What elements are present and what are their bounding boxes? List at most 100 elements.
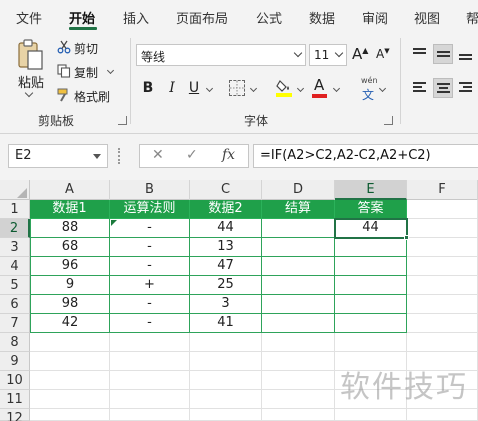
format-painter-button[interactable]: 格式刷 (74, 88, 110, 105)
tab-page-layout[interactable]: 页面布局 (176, 8, 228, 27)
borders-chevron-icon[interactable] (249, 84, 258, 93)
cell-e5[interactable] (335, 276, 407, 295)
paste-icon[interactable] (16, 38, 46, 72)
cell-f8[interactable] (407, 333, 478, 352)
row-header-1[interactable]: 1 (0, 200, 30, 219)
paste-button[interactable]: 粘贴 (18, 72, 44, 91)
tab-view[interactable]: 视图 (414, 8, 440, 27)
row-header-9[interactable]: 9 (0, 352, 30, 371)
cell-c10[interactable] (190, 371, 262, 390)
cell-a8[interactable] (30, 333, 110, 352)
tab-data[interactable]: 数据 (309, 8, 335, 27)
cell-a5[interactable]: 9 (30, 276, 110, 295)
row-header-12[interactable]: 12 (0, 409, 30, 421)
column-header-f[interactable]: F (407, 180, 478, 200)
cell-a10[interactable] (30, 371, 110, 390)
column-header-d[interactable]: D (262, 180, 335, 200)
cell-e6[interactable] (335, 295, 407, 314)
tab-formulas[interactable]: 公式 (256, 8, 282, 27)
tab-help[interactable]: 帮 (466, 8, 478, 27)
cell-d1[interactable]: 结算 (262, 200, 335, 219)
cell-f2[interactable] (407, 219, 478, 238)
align-left-button[interactable] (410, 78, 430, 98)
cell-c4[interactable]: 47 (190, 257, 262, 276)
borders-icon[interactable] (229, 80, 245, 96)
cell-d4[interactable] (262, 257, 335, 276)
cell-d8[interactable] (262, 333, 335, 352)
cell-c2[interactable]: 44 (190, 219, 262, 238)
cell-c7[interactable]: 41 (190, 314, 262, 333)
cell-f4[interactable] (407, 257, 478, 276)
cell-d7[interactable] (262, 314, 335, 333)
underline-button[interactable]: U (185, 78, 203, 98)
cell-f12[interactable] (407, 409, 478, 421)
row-header-11[interactable]: 11 (0, 390, 30, 409)
tab-insert[interactable]: 插入 (123, 8, 149, 27)
cell-d3[interactable] (262, 238, 335, 257)
align-middle-button[interactable] (433, 44, 453, 64)
cell-a9[interactable] (30, 352, 110, 371)
cell-b9[interactable] (110, 352, 190, 371)
cell-b2[interactable]: - (110, 219, 190, 238)
align-top-button[interactable] (410, 44, 430, 64)
cell-f1[interactable] (407, 200, 478, 219)
column-header-b[interactable]: B (110, 180, 190, 200)
tab-file[interactable]: 文件 (16, 8, 42, 27)
font-color-button[interactable]: A (314, 76, 324, 94)
cell-b1[interactable]: 运算法则 (110, 200, 190, 219)
font-launcher-icon[interactable] (384, 116, 393, 125)
row-header-3[interactable]: 3 (0, 238, 30, 257)
cell-b4[interactable]: - (110, 257, 190, 276)
cell-d2[interactable] (262, 219, 335, 238)
cell-a12[interactable] (30, 409, 110, 421)
cell-b10[interactable] (110, 371, 190, 390)
select-all-button[interactable] (0, 180, 30, 200)
italic-button[interactable]: I (163, 78, 181, 98)
cell-d10[interactable] (262, 371, 335, 390)
cell-c9[interactable] (190, 352, 262, 371)
column-header-e[interactable]: E (335, 180, 407, 200)
cell-e12[interactable] (335, 409, 407, 421)
cell-e4[interactable] (335, 257, 407, 276)
cell-a4[interactable]: 96 (30, 257, 110, 276)
cancel-icon[interactable]: ✕ (152, 147, 164, 163)
row-header-6[interactable]: 6 (0, 295, 30, 314)
cell-c5[interactable]: 25 (190, 276, 262, 295)
cell-d5[interactable] (262, 276, 335, 295)
cell-f7[interactable] (407, 314, 478, 333)
insert-function-icon[interactable]: fx (222, 147, 235, 163)
clipboard-launcher-icon[interactable] (118, 116, 127, 125)
cell-d9[interactable] (262, 352, 335, 371)
phonetic-chevron-icon[interactable] (378, 84, 387, 93)
fill-color-icon[interactable] (276, 77, 294, 99)
cell-c12[interactable] (190, 409, 262, 421)
cell-e1[interactable]: 答案 (335, 200, 407, 219)
tab-home[interactable]: 开始 (69, 8, 95, 27)
name-box[interactable]: E2 (8, 144, 108, 168)
align-center-button[interactable] (433, 78, 453, 98)
cell-a6[interactable]: 98 (30, 295, 110, 314)
cell-c1[interactable]: 数据2 (190, 200, 262, 219)
column-header-c[interactable]: C (190, 180, 262, 200)
cell-c3[interactable]: 13 (190, 238, 262, 257)
cell-b12[interactable] (110, 409, 190, 421)
fill-color-chevron-icon[interactable] (296, 84, 305, 93)
cell-c8[interactable] (190, 333, 262, 352)
cell-a3[interactable]: 68 (30, 238, 110, 257)
cell-d6[interactable] (262, 295, 335, 314)
cell-b7[interactable]: - (110, 314, 190, 333)
cell-a11[interactable] (30, 390, 110, 409)
copy-dropdown-chevron-icon[interactable] (106, 66, 115, 75)
cell-b3[interactable]: - (110, 238, 190, 257)
formula-bar-grip[interactable] (118, 148, 120, 164)
cell-c6[interactable]: 3 (190, 295, 262, 314)
cell-a7[interactable]: 42 (30, 314, 110, 333)
font-name-combo[interactable]: 等线 (136, 44, 306, 66)
fill-handle[interactable] (404, 235, 409, 240)
cell-f6[interactable] (407, 295, 478, 314)
cell-f3[interactable] (407, 238, 478, 257)
cell-a1[interactable]: 数据1 (30, 200, 110, 219)
cell-c11[interactable] (190, 390, 262, 409)
cell-b6[interactable]: - (110, 295, 190, 314)
bold-button[interactable]: B (139, 78, 157, 98)
